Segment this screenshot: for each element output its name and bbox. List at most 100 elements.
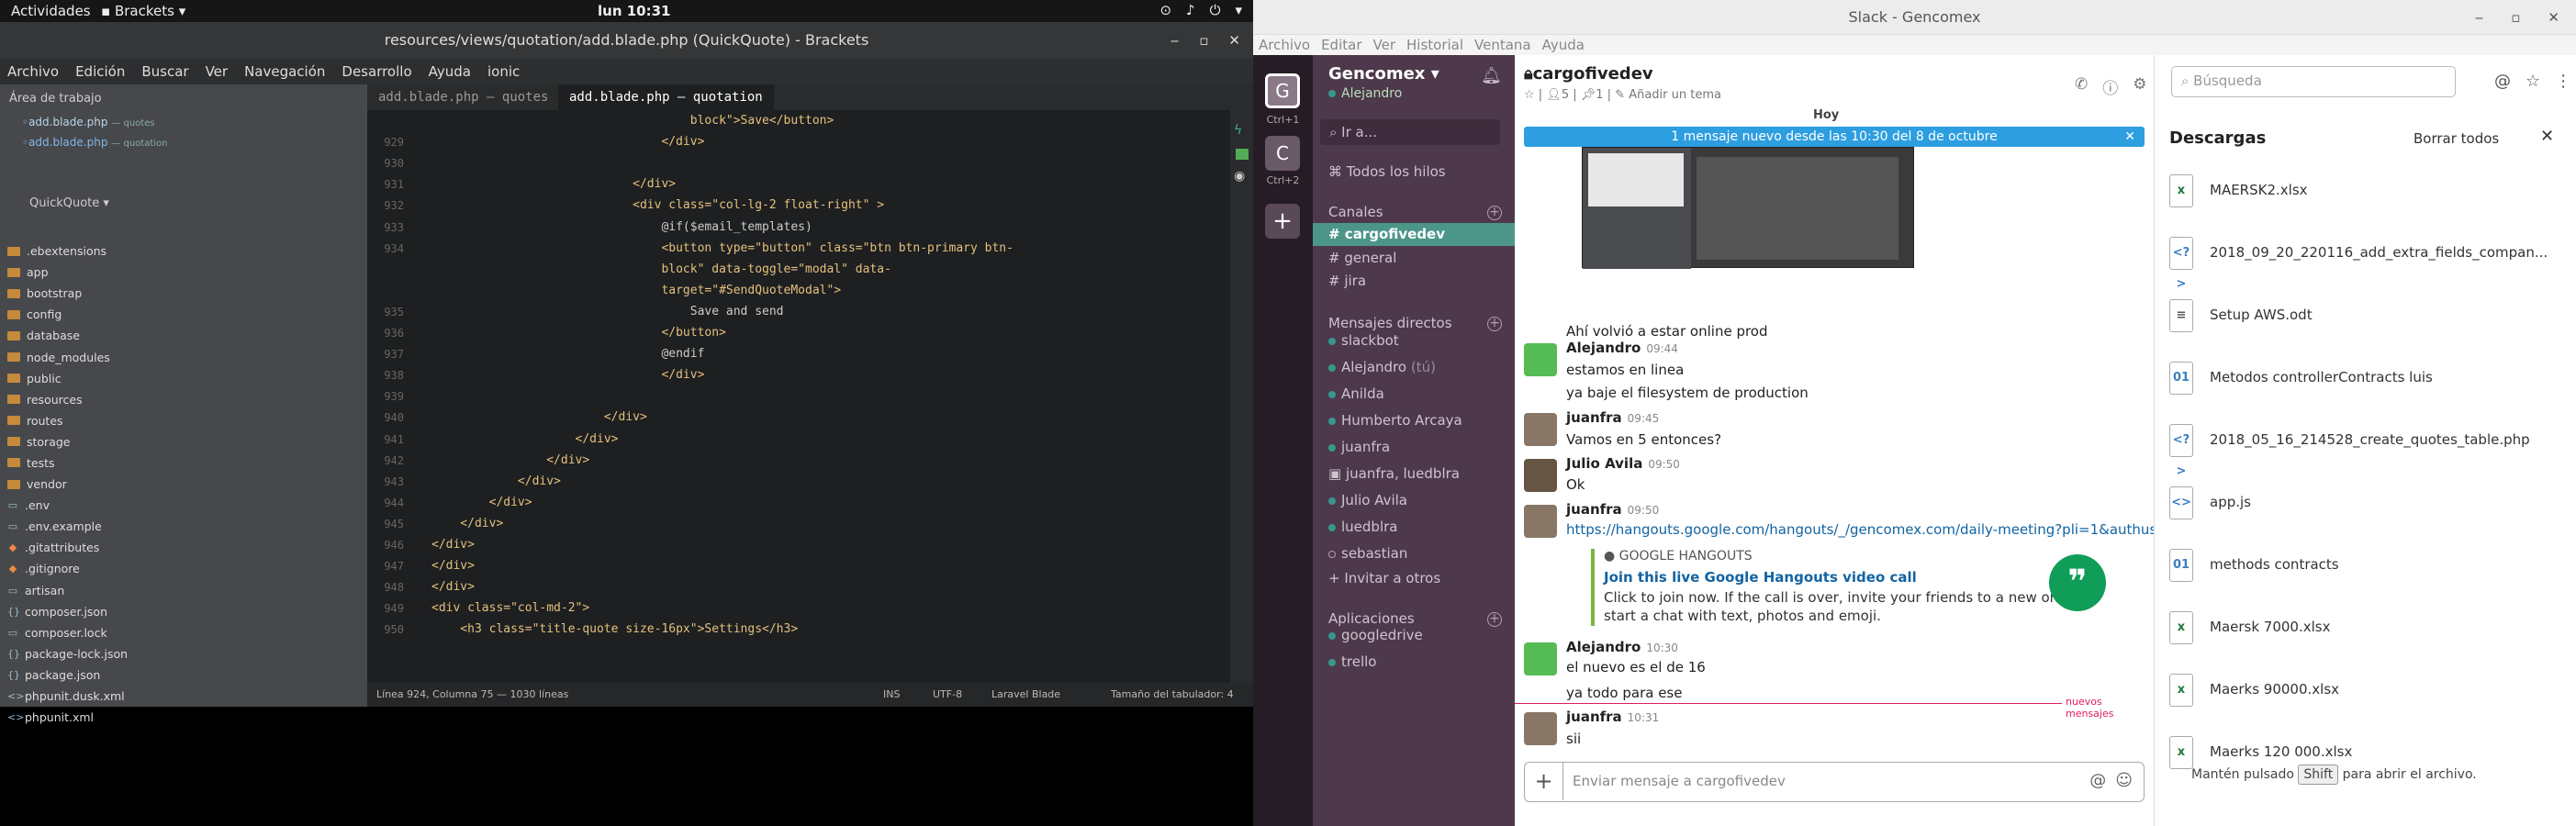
close-icon[interactable]: ✕ <box>1228 22 1240 59</box>
tree-item[interactable]: ▭ .env.example <box>7 516 356 537</box>
tree-item[interactable]: storage <box>7 431 356 452</box>
download-item[interactable]: x MAERSK2.xlsx <box>2169 174 2555 226</box>
message-time[interactable]: 09:50 <box>1628 504 1660 517</box>
dm-item[interactable]: Alejandro (tú) <box>1313 356 1515 379</box>
message-author[interactable]: juanfra 10:31 <box>1566 709 1659 725</box>
message-link[interactable]: https://hangouts.google.com/hangouts/_/g… <box>1566 521 2191 538</box>
tree-item[interactable]: {} composer.json <box>7 601 356 622</box>
new-messages-banner[interactable]: 1 mensaje nuevo desde las 10:30 del 8 de… <box>1524 127 2145 147</box>
avatar[interactable] <box>1524 343 1557 376</box>
channel-item-general[interactable]: # general <box>1313 247 1515 270</box>
phone-icon[interactable]: ✆ <box>2075 75 2088 98</box>
menu-item-archivo[interactable]: Archivo <box>1259 35 1310 55</box>
menu-item-ver[interactable]: Ver <box>206 59 229 84</box>
tree-item[interactable]: {} package.json <box>7 664 356 686</box>
avatar[interactable] <box>1524 413 1557 446</box>
tree-item[interactable]: bootstrap <box>7 283 356 304</box>
tree-item[interactable]: <> phpunit.xml <box>7 707 356 728</box>
dm-item[interactable]: Anilda <box>1313 383 1515 406</box>
mention-icon[interactable]: @ <box>2494 72 2511 91</box>
emoji-icon[interactable]: ☺ <box>2115 771 2133 790</box>
tree-item[interactable]: ▭ .env <box>7 495 356 516</box>
app-item[interactable]: trello <box>1313 651 1515 674</box>
message-author[interactable]: Alejandro 10:30 <box>1566 639 1678 655</box>
dm-item[interactable]: ▣ juanfra, luedblra <box>1313 463 1515 486</box>
avatar[interactable] <box>1524 642 1557 675</box>
dm-item[interactable]: Humberto Arcaya <box>1313 409 1515 432</box>
message-author[interactable]: Julio Avila 09:50 <box>1566 455 1680 472</box>
topic-link[interactable]: Añadir un tema <box>1629 88 1721 102</box>
menu-item-ionic[interactable]: ionic <box>487 59 520 84</box>
channel-item-jira[interactable]: # jira <box>1313 270 1515 293</box>
tree-item[interactable]: config <box>7 304 356 325</box>
tree-item[interactable]: tests <box>7 452 356 474</box>
menu-item-buscar[interactable]: Buscar <box>141 59 188 84</box>
tree-item[interactable]: ▭ composer.lock <box>7 622 356 643</box>
gear-icon[interactable]: ⚙ <box>2133 75 2146 98</box>
dm-item[interactable]: Julio Avila <box>1313 489 1515 512</box>
download-item[interactable]: 01 Metodos controllerContracts luis <box>2169 362 2555 413</box>
maximize-icon[interactable]: ▫ <box>2511 0 2520 35</box>
download-item[interactable]: <?> 2018_05_16_214528_create_quotes_table… <box>2169 424 2555 478</box>
minimize-icon[interactable]: ‒ <box>1170 22 1180 59</box>
close-icon[interactable]: ✕ <box>2548 0 2559 35</box>
tree-item[interactable]: ◆ .gitignore <box>7 558 356 579</box>
tree-item[interactable]: {} package-lock.json <box>7 643 356 664</box>
message-time[interactable]: 09:44 <box>1646 342 1678 355</box>
app-menu[interactable]: ▪ Brackets ▾ <box>101 3 185 19</box>
add-channel-icon[interactable]: + <box>1487 206 1502 220</box>
code-editor[interactable]: block">Save</button> 929 </div> 930 931 </d… <box>367 110 1253 683</box>
avatar[interactable] <box>1524 459 1557 492</box>
system-tray[interactable]: ⊙ ♪ ⏻ ▾ <box>1159 2 1242 18</box>
bell-icon[interactable]: 🔔︎ <box>1481 66 1502 85</box>
message-author[interactable]: Alejandro 09:44 <box>1566 340 1678 356</box>
dm-item[interactable]: juanfra <box>1313 436 1515 459</box>
workspace-c[interactable]: C <box>1265 136 1300 171</box>
menu-item-edición[interactable]: Edición <box>75 59 125 84</box>
message-author[interactable]: juanfra 09:50 <box>1566 501 1659 518</box>
menu-item-editar[interactable]: Editar <box>1321 35 1361 55</box>
app-item[interactable]: googledrive <box>1313 624 1515 647</box>
channel-title[interactable]: 🔒︎cargofivedev <box>1524 64 1653 84</box>
tree-item[interactable]: app <box>7 262 356 283</box>
star-icon[interactable]: ☆ <box>2526 72 2540 91</box>
download-item[interactable]: <?> 2018_09_20_220116_add_extra_fields_co… <box>2169 237 2555 291</box>
all-threads[interactable]: ⌘ Todos los hilos <box>1313 161 1515 184</box>
language-mode[interactable]: Laravel Blade <box>991 683 1060 707</box>
message-time[interactable]: 10:31 <box>1628 711 1660 724</box>
working-file-1[interactable]: ◦add.blade.php — quotes <box>22 116 155 128</box>
download-item[interactable]: ≡ Setup AWS.odt <box>2169 299 2555 351</box>
more-icon[interactable]: ⋮ <box>2555 72 2571 91</box>
encoding[interactable]: UTF-8 <box>933 683 962 707</box>
close-icon[interactable]: ✕ <box>2124 127 2135 147</box>
search-input[interactable]: ⌕ Búsqueda <box>2171 66 2456 97</box>
minimize-icon[interactable]: ‒ <box>2475 0 2484 35</box>
invite-button[interactable]: + Invitar a otros <box>1313 567 1515 590</box>
tree-item[interactable]: resources <box>7 389 356 410</box>
mention-icon[interactable]: @ <box>2089 771 2106 790</box>
menu-item-ver[interactable]: Ver <box>1373 35 1396 55</box>
info-icon[interactable]: ⓘ <box>2102 75 2118 98</box>
attach-button[interactable]: + <box>1525 763 1563 800</box>
menu-item-historial[interactable]: Historial <box>1406 35 1463 55</box>
tree-item[interactable]: vendor <box>7 474 356 495</box>
project-dropdown[interactable]: QuickQuote ▾ <box>29 196 109 210</box>
shared-screenshot[interactable] <box>1582 147 1914 269</box>
clock[interactable]: lun 10:31 <box>598 3 670 19</box>
download-item[interactable]: <> app.js <box>2169 486 2555 538</box>
extension-icon[interactable] <box>1236 149 1249 160</box>
message-time[interactable]: 09:50 <box>1648 458 1680 471</box>
download-item[interactable]: 01 methods contracts <box>2169 549 2555 600</box>
ins-mode[interactable]: INS <box>883 683 900 707</box>
message-input[interactable]: Enviar mensaje a cargofivedev <box>1573 773 1786 789</box>
menu-item-ventana[interactable]: Ventana <box>1474 35 1531 55</box>
hangouts-title-link[interactable]: Join this live Google Hangouts video cal… <box>1604 569 1917 586</box>
tree-item[interactable]: ▭ artisan <box>7 580 356 601</box>
activities-button[interactable]: Actividades <box>11 3 91 19</box>
working-file-2[interactable]: ◦add.blade.php — quotation <box>22 136 167 149</box>
clear-all-button[interactable]: Borrar todos <box>2414 130 2499 147</box>
message-author[interactable]: juanfra 09:45 <box>1566 409 1659 426</box>
channels-header[interactable]: Canales <box>1328 204 1383 220</box>
menu-item-ayuda[interactable]: Ayuda <box>429 59 471 84</box>
download-item[interactable]: x Maersk 7000.xlsx <box>2169 611 2555 663</box>
